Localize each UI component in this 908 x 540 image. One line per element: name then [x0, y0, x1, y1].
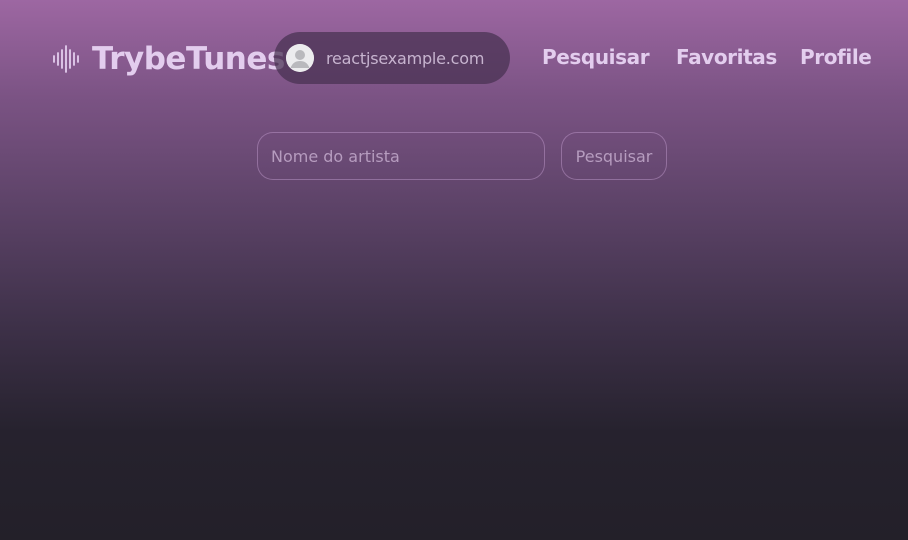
main-nav: Pesquisar Favoritas Profile — [0, 45, 908, 75]
nav-link-profile[interactable]: Profile — [800, 45, 872, 69]
header: TrybeTunes reactjsexample.com Pesquisar … — [0, 0, 908, 110]
nav-link-pesquisar[interactable]: Pesquisar — [542, 45, 650, 69]
artist-search-input[interactable] — [257, 132, 545, 180]
search-form: Pesquisar — [0, 132, 908, 180]
nav-link-favoritas[interactable]: Favoritas — [676, 45, 777, 69]
search-button[interactable]: Pesquisar — [561, 132, 667, 180]
